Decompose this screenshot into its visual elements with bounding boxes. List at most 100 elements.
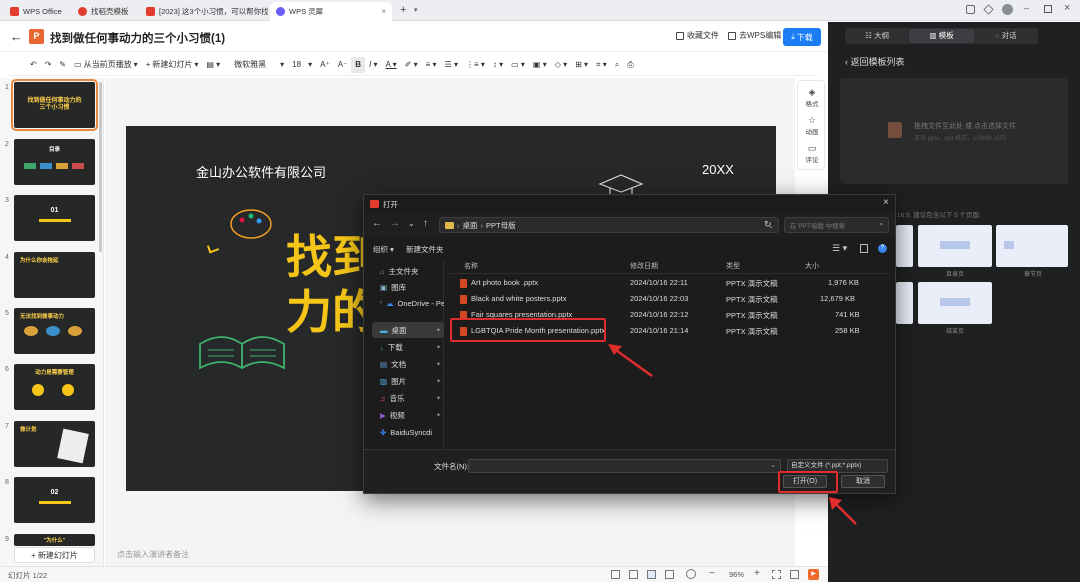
play-from-current-button[interactable]: ▭ 从当前页播放 ▾ [70,54,142,76]
speaker-notes-input[interactable]: 点击输入演讲者备注 [117,549,189,560]
nav-videos[interactable]: ▶ 视频 ✦ [372,407,444,423]
undo-icon[interactable]: ↶ [26,54,41,76]
wps-edit-button[interactable]: 去WPS编辑 [728,30,781,41]
window-tile-icon[interactable] [966,5,975,14]
up-arrow-icon[interactable]: ↑ [423,218,428,229]
font-size-select[interactable]: 18 ▾ [288,54,316,76]
nav-baidusync[interactable]: ✤ BaiduSyncdi [372,424,444,440]
align-icon[interactable]: ≡ ▾ [422,54,441,76]
zoom-level[interactable]: 96% [729,570,744,579]
organize-button[interactable]: 组织 ▾ [373,244,394,255]
new-slide-toolbar-button[interactable]: + 新建幻灯片 ▾ [142,54,203,76]
collect-file-button[interactable]: 收藏文件 [676,30,719,41]
template-section-thumb[interactable] [996,225,1068,267]
slide-thumbnail-6[interactable]: 动力是需要管理 [14,364,95,410]
globe-icon[interactable] [686,569,696,579]
slide-company[interactable]: 金山办公软件有限公司 [196,162,326,181]
template-page-thumb[interactable] [896,225,913,267]
reading-view-icon[interactable] [647,570,656,579]
search-icon[interactable]: ⌕ [611,54,623,76]
folder-search-input[interactable]: 在 PPT母版 中搜索 ⌕ [784,217,889,233]
crop-icon[interactable]: ⌗ ▾ [592,54,611,76]
increase-font-icon[interactable]: A⁺ [316,54,334,76]
thumbnail-scrollbar[interactable] [99,82,102,252]
nav-pictures[interactable]: ▨ 图片 ✦ [372,373,444,389]
close-window-icon[interactable]: × [1064,2,1070,14]
zoom-out-icon[interactable]: − [709,568,715,579]
template-page-thumb[interactable] [896,282,913,324]
back-arrow-icon[interactable]: ← [372,218,382,229]
file-row[interactable]: Art photo book .pptx 2024/10/16 22:11 PP… [456,275,886,291]
template-toc-thumb[interactable] [918,225,992,267]
breadcrumb-desktop[interactable]: 桌面 [463,220,478,231]
decrease-font-icon[interactable]: A⁻ [334,54,352,76]
slide-thumbnail-3[interactable]: 01 [14,195,95,241]
template-end-thumb[interactable] [918,282,992,324]
new-slide-button[interactable]: + 新建幻灯片 [14,547,95,563]
highlight-icon[interactable]: ✐ ▾ [401,54,422,76]
tab-chat[interactable]: ◌ 对话 [974,29,1038,43]
new-folder-button[interactable]: 新建文件夹 [406,244,444,255]
browser-tab-wps-lingxi[interactable]: WPS 灵犀 × [270,2,392,21]
print-icon[interactable]: ⎙ [623,54,637,76]
tab-outline[interactable]: ☷ 大纲 [845,29,909,43]
slide-thumbnail-5[interactable]: 无法找到做事动力 [14,308,95,354]
column-name[interactable]: 名称 [464,261,478,271]
font-color-icon[interactable]: A ▾ [382,54,401,76]
recent-chevron-icon[interactable]: ⌄ [408,219,415,228]
slide-thumbnail-1[interactable]: 找到做任何事动力的三个小习惯 [11,79,98,131]
sorter-view-icon[interactable] [629,570,638,579]
textbox-icon[interactable]: ▭ ▾ [507,54,529,76]
refresh-icon[interactable]: ↻ [764,219,772,230]
browser-tab-document[interactable]: [2023] 这3个小习惯，可以帮你找到 [140,2,268,21]
nav-documents[interactable]: ▤ 文档 ✦ [372,356,444,372]
format-tool[interactable]: ◈ 格式 [798,87,826,108]
breadcrumb-ppt-master[interactable]: PPT母版 [486,220,516,231]
back-arrow-icon[interactable]: ← [10,29,23,44]
file-row[interactable]: Black and white posters.pptx 2024/10/16 … [456,291,886,307]
animation-tool[interactable]: ☆ 动画 [798,115,826,136]
slide-thumbnail-4[interactable]: 为什么你会拖延 [14,252,95,298]
nav-home[interactable]: ⌂ 主文件夹 [372,263,444,279]
zoom-in-icon[interactable]: + [754,568,760,579]
notes-view-icon[interactable] [665,570,674,579]
cube-icon[interactable] [983,4,994,15]
nav-onedrive[interactable]: › ☁ OneDrive - Per [372,295,444,311]
line-spacing-icon[interactable]: ↕ ▾ [489,54,507,76]
fit-window-icon[interactable] [772,570,781,579]
view-options-icon[interactable]: ☰ ▾ [832,243,847,254]
arrange-icon[interactable]: ⊞ ▾ [571,54,592,76]
bold-icon[interactable]: B [351,56,366,73]
nav-gallery[interactable]: ▣ 图库 [372,279,444,295]
play-slideshow-icon[interactable]: ▶ [808,569,819,580]
comment-tool[interactable]: ▭ 评论 [798,143,826,164]
nav-desktop[interactable]: ▬ 桌面 ✦ [372,322,444,338]
address-bar[interactable]: › 桌面 › PPT母版 ⌄ [439,217,779,233]
slide-thumbnail-7[interactable]: 做计划 [14,421,95,467]
italic-icon[interactable]: I ▾ [365,54,381,76]
slide-thumbnail-9[interactable]: "为什么" [14,534,95,546]
tab-template[interactable]: ▥ 模板 [909,29,974,43]
list-icon[interactable]: ☰ ▾ [441,54,462,76]
close-dialog-icon[interactable]: × [883,197,889,208]
layout-icon[interactable]: ▤ ▾ [202,54,224,76]
font-family-select[interactable]: 微软雅黑 ▾ [230,54,288,76]
new-tab-button[interactable]: + [400,4,406,16]
column-size[interactable]: 大小 [805,261,819,271]
close-tab-icon[interactable]: × [381,7,386,16]
avatar[interactable] [1002,4,1013,15]
normal-view-icon[interactable] [611,570,620,579]
column-date[interactable]: 修改日期 [630,261,658,271]
back-to-template-list[interactable]: ‹ 返回模板列表 [845,55,905,68]
help-icon[interactable]: ? [878,244,887,253]
numbered-list-icon[interactable]: ⋮≡ ▾ [462,54,489,76]
redo-icon[interactable]: ↷ [41,54,56,76]
preview-pane-icon[interactable] [860,244,868,253]
format-painter-icon[interactable]: ✎ [55,54,70,76]
browser-tab-wps-office[interactable]: WPS Office [4,2,70,21]
nav-music[interactable]: ♫ 音乐 ✦ [372,390,444,406]
cancel-button[interactable]: 取消 [841,475,885,488]
slide-thumbnail-2[interactable]: 目录 [14,139,95,185]
fullscreen-icon[interactable] [790,570,799,579]
slide-year[interactable]: 20XX [702,162,734,177]
